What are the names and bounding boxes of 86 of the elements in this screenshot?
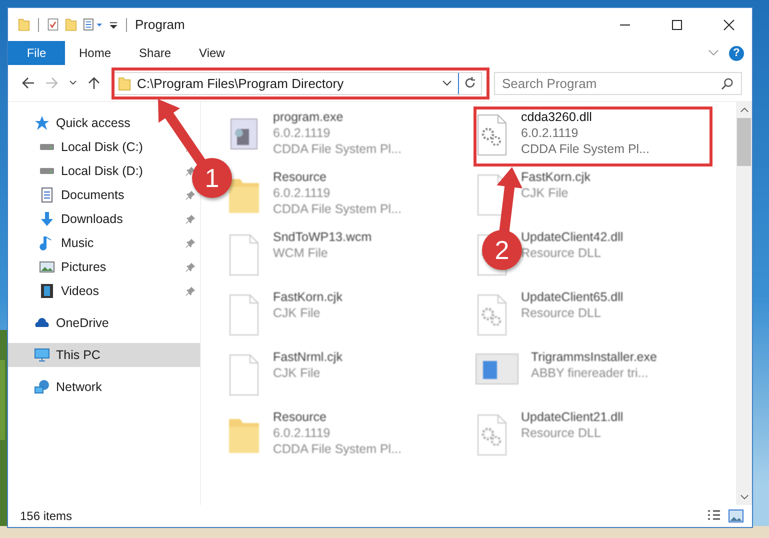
nav-item[interactable]: Downloads bbox=[13, 207, 125, 231]
file-detail: Resource DLL bbox=[521, 425, 601, 441]
window-title: Program bbox=[135, 17, 185, 32]
nav-item[interactable]: Network bbox=[8, 375, 104, 399]
file-detail: CJK File bbox=[273, 365, 320, 381]
back-icon[interactable] bbox=[21, 76, 35, 90]
nav-item[interactable]: Quick access bbox=[8, 111, 132, 135]
address-field[interactable]: C:\Program Files\Program Directory bbox=[113, 72, 482, 94]
file-detail: CDDA File System Pl... bbox=[273, 201, 402, 217]
file-icon bbox=[227, 293, 261, 337]
nav-item[interactable]: Pictures bbox=[13, 255, 108, 279]
large-icons-view-icon[interactable] bbox=[728, 509, 744, 523]
file-name[interactable]: FastKorn.cjk bbox=[521, 169, 590, 185]
star-icon bbox=[34, 115, 50, 131]
search-field[interactable]: Search Program bbox=[494, 72, 742, 94]
scroll-up-icon[interactable] bbox=[740, 107, 748, 113]
image-icon bbox=[39, 259, 55, 275]
maximize-icon bbox=[671, 18, 683, 30]
pin-icon[interactable] bbox=[185, 238, 196, 248]
nav-item[interactable]: This PC bbox=[8, 343, 200, 367]
scrollbar-thumb[interactable] bbox=[737, 118, 751, 166]
pin-icon[interactable] bbox=[185, 166, 196, 176]
details-view-icon[interactable] bbox=[706, 509, 722, 523]
file-detail: CJK File bbox=[521, 185, 568, 201]
pin-icon[interactable] bbox=[185, 286, 196, 296]
nav-item[interactable]: Local Disk (D:) bbox=[13, 159, 145, 183]
file-detail: ABBY finereader tri... bbox=[531, 365, 648, 381]
file-detail: CDDA File System Pl... bbox=[273, 141, 402, 157]
monitor-icon bbox=[34, 347, 50, 363]
file-name[interactable]: cdda3260.dll bbox=[521, 109, 592, 125]
view-icon[interactable] bbox=[83, 17, 103, 32]
network-icon bbox=[34, 379, 50, 395]
file-detail: CDDA File System Pl... bbox=[273, 441, 402, 457]
folder-icon bbox=[118, 76, 131, 90]
ribbon-tab[interactable]: File bbox=[8, 41, 65, 65]
file-detail: 6.0.2.1119 bbox=[521, 125, 578, 141]
gear-file-icon bbox=[475, 113, 509, 157]
file-detail: CDDA File System Pl... bbox=[521, 141, 650, 157]
help-button[interactable]: ? bbox=[729, 46, 744, 60]
drive-icon bbox=[39, 167, 55, 175]
scrollbar[interactable] bbox=[736, 102, 752, 505]
pin-icon[interactable] bbox=[185, 190, 196, 200]
file-name[interactable]: FastKorn.cjk bbox=[273, 289, 342, 305]
caret-icon[interactable] bbox=[69, 80, 77, 86]
file-detail: 6.0.2.1119 bbox=[273, 425, 330, 441]
nav-item[interactable]: Documents bbox=[13, 183, 126, 207]
file-name[interactable]: UpdateClient21.dll bbox=[521, 409, 624, 425]
file-icon bbox=[227, 353, 261, 397]
dropdown-icon[interactable] bbox=[442, 80, 452, 86]
file-name[interactable]: program.exe bbox=[273, 109, 344, 125]
document-icon bbox=[39, 187, 55, 203]
file-name[interactable]: SndToWP13.wcm bbox=[273, 229, 372, 245]
file-name[interactable]: FastNrml.cjk bbox=[273, 349, 342, 365]
nav-item[interactable]: Music bbox=[13, 231, 96, 255]
nav-item[interactable]: Videos bbox=[13, 279, 101, 303]
file-detail: WCM File bbox=[273, 245, 328, 261]
up-icon[interactable] bbox=[87, 76, 101, 90]
drive-icon bbox=[39, 143, 55, 151]
nav-item[interactable]: Local Disk (C:) bbox=[13, 135, 145, 159]
download-icon bbox=[39, 211, 55, 227]
search-icon[interactable] bbox=[721, 76, 734, 90]
minimize-icon bbox=[619, 24, 631, 26]
file-detail: Resource DLL bbox=[521, 305, 601, 321]
file-detail: CJK File bbox=[273, 305, 320, 321]
ribbon-tab[interactable]: Share bbox=[125, 41, 186, 65]
ribbon-tab[interactable]: Home bbox=[65, 41, 126, 65]
item-count: 156 items bbox=[20, 509, 72, 523]
file-detail: Resource DLL bbox=[521, 245, 601, 261]
gear-file-icon bbox=[475, 293, 509, 337]
pin-icon[interactable] bbox=[185, 262, 196, 272]
file-detail: 6.0.2.1119 bbox=[273, 185, 330, 201]
nav-item[interactable]: OneDrive bbox=[8, 311, 111, 335]
close-icon bbox=[723, 18, 735, 30]
pin-icon[interactable] bbox=[185, 214, 196, 224]
file-name[interactable]: UpdateClient65.dll bbox=[521, 289, 624, 305]
gear-file-icon bbox=[475, 413, 509, 457]
file-icon bbox=[227, 233, 261, 277]
scroll-down-icon[interactable] bbox=[740, 494, 748, 500]
file-name[interactable]: UpdateClient42.dll bbox=[521, 229, 624, 245]
film-icon bbox=[39, 283, 55, 299]
expand-ribbon-icon[interactable] bbox=[708, 49, 719, 57]
properties-icon[interactable] bbox=[47, 17, 59, 32]
file-detail: 6.0.2.1119 bbox=[273, 125, 330, 141]
ribbon-tab[interactable]: View bbox=[185, 41, 239, 65]
window-icon bbox=[475, 353, 519, 385]
refresh-icon[interactable] bbox=[463, 76, 477, 90]
